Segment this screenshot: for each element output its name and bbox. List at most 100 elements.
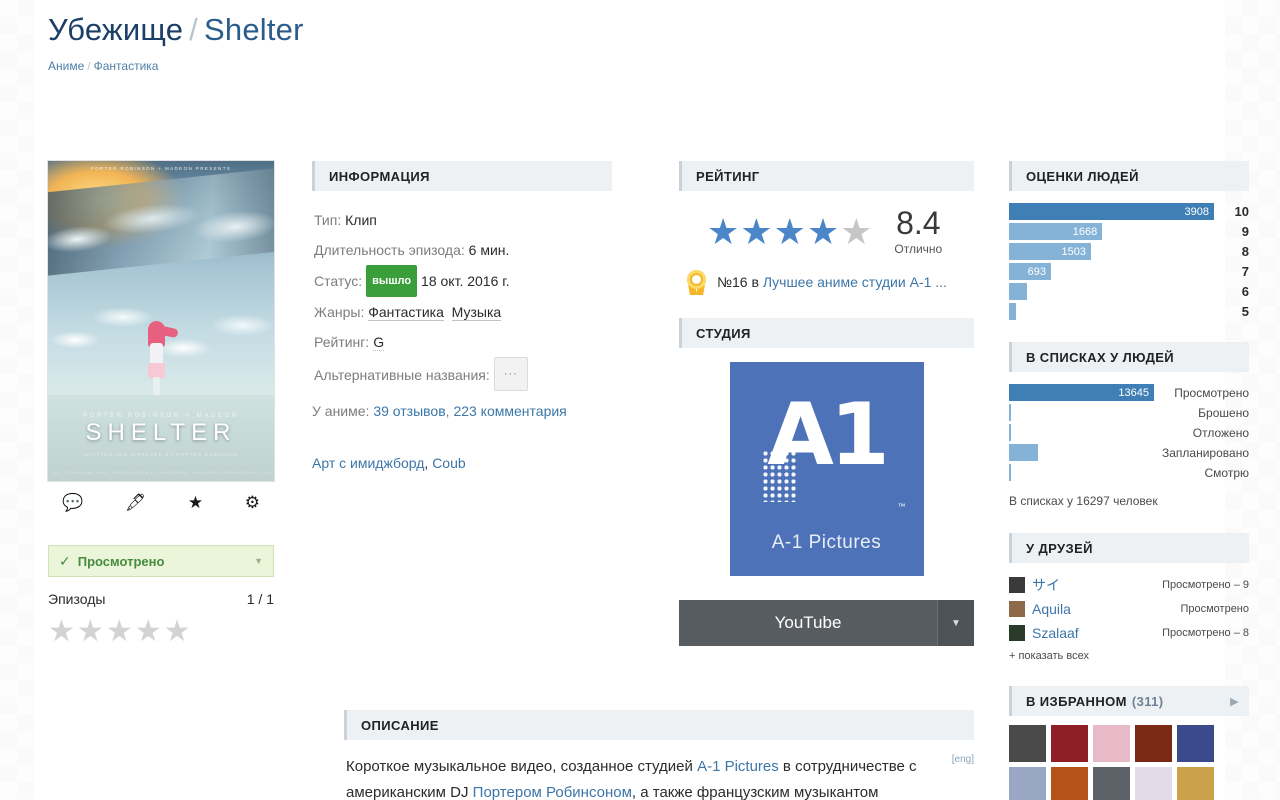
rating-stars: ★ ★ ★ ★ ★ <box>707 210 872 252</box>
page-container: Убежище / Shelter Аниме / Фантастика PORTER … <box>34 0 1249 800</box>
age-rating-link[interactable]: G <box>373 334 385 351</box>
medal-icon <box>685 270 709 295</box>
favorite-thumb[interactable] <box>1051 725 1088 762</box>
user-rating-stars[interactable]: ★ ★ ★ ★ ★ <box>48 617 298 647</box>
favorite-thumb[interactable] <box>1093 767 1130 800</box>
favorite-thumb[interactable] <box>1009 725 1046 762</box>
score-bar-row[interactable]: 1668 9 <box>1009 223 1249 240</box>
settings-gears-icon[interactable]: ⚙ <box>245 494 260 511</box>
friend-row[interactable]: サイ Просмотрено – 9 <box>1009 573 1249 596</box>
info-alt-label: Альтернативные названия: <box>314 367 490 383</box>
list-bar-row[interactable]: Брошено <box>1009 404 1249 421</box>
favorite-thumb[interactable] <box>1177 725 1214 762</box>
eng-language-tag[interactable]: [eng] <box>952 754 974 765</box>
info-row-rating: Рейтинг: G <box>314 327 612 357</box>
score-bar-key: 5 <box>1241 304 1249 319</box>
watch-status-label: Просмотрено <box>77 553 165 569</box>
score-bar-key: 6 <box>1241 284 1249 299</box>
lists-panel: В СПИСКАХ У ЛЮДЕЙ 13645 Просмотрено Брош… <box>1009 342 1249 508</box>
list-bar-key: Отложено <box>1192 425 1249 440</box>
avatar <box>1009 576 1025 593</box>
info-type-label: Тип: <box>314 212 342 228</box>
youtube-button[interactable]: YouTube <box>679 600 937 646</box>
info-row-genres: Жанры: Фантастика Музыка <box>314 297 612 327</box>
comments-icon[interactable]: 💬 <box>62 494 83 511</box>
friend-row[interactable]: Szalaaf Просмотрено – 8 <box>1009 621 1249 644</box>
scores-panel-heading: ОЦЕНКИ ЛЮДЕЙ <box>1009 161 1249 191</box>
user-star-3[interactable]: ★ <box>106 617 133 647</box>
user-star-5[interactable]: ★ <box>164 617 191 647</box>
list-bar-row[interactable]: Отложено <box>1009 424 1249 441</box>
score-bar-row[interactable]: 6 <box>1009 283 1249 300</box>
score-bar-row[interactable]: 1503 8 <box>1009 243 1249 260</box>
watch-status-button[interactable]: ✓ Просмотрено ▼ <box>48 545 274 577</box>
breadcrumb-separator: / <box>87 59 91 73</box>
score-bar-row[interactable]: 3908 10 <box>1009 203 1249 220</box>
info-status-label: Статус: <box>314 273 363 289</box>
info-list: Тип: Клип Длительность эпизода: 6 мин. С… <box>312 191 612 391</box>
comments-link[interactable]: 223 комментария <box>453 403 566 419</box>
alt-titles-expand-button[interactable]: ··· <box>493 357 528 391</box>
score-bar-row[interactable]: 693 7 <box>1009 263 1249 280</box>
score-bar-key: 8 <box>1241 244 1249 259</box>
info-external-links: Арт с имиджборд, Coub <box>312 455 612 471</box>
coub-link[interactable]: Coub <box>432 455 465 471</box>
rating-star-3: ★ <box>773 210 806 252</box>
youtube-dropdown-caret[interactable]: ▼ <box>937 600 974 646</box>
score-bar-value: 693 <box>1027 265 1047 278</box>
lists-bar-chart: 13645 Просмотрено Брошено Отложено Запла… <box>1009 372 1249 508</box>
quill-icon[interactable]: 🖋 <box>125 494 147 511</box>
info-status-date: 18 окт. 2016 г. <box>421 273 510 289</box>
favorites-panel-heading: В ИЗБРАННОМ (311) ▶ <box>1009 686 1249 716</box>
rank-list-link[interactable]: Лучшее аниме студии A-1 ... <box>763 274 947 290</box>
info-row-type: Тип: Клип <box>314 205 612 235</box>
imageboard-art-link[interactable]: Арт с имиджборд <box>312 455 424 471</box>
rating-score-label: Отлично <box>894 242 943 256</box>
user-star-1[interactable]: ★ <box>48 617 75 647</box>
favorite-thumb[interactable] <box>1093 725 1130 762</box>
list-bar-row[interactable]: Запланировано <box>1009 444 1249 461</box>
page-title-en: Shelter <box>204 12 304 47</box>
desc-link-porter[interactable]: Портером Робинсоном <box>473 784 632 800</box>
rating-score: 8.4 <box>896 205 941 241</box>
poster-credit-top: PORTER ROBINSON + MADEON PRESENTS <box>90 166 232 171</box>
genre-link-fantastika[interactable]: Фантастика <box>368 304 444 321</box>
favorite-thumb[interactable] <box>1135 725 1172 762</box>
lists-panel-heading: В СПИСКАХ У ЛЮДЕЙ <box>1009 342 1249 372</box>
score-bar-row[interactable]: 5 <box>1009 303 1249 320</box>
page-header: Убежище / Shelter Аниме / Фантастика <box>34 0 1225 73</box>
reviews-link[interactable]: 39 отзывов <box>373 403 445 419</box>
chevron-down-icon[interactable]: ▼ <box>254 556 263 566</box>
friend-name-link[interactable]: Aquila <box>1032 601 1071 617</box>
genre-link-muzyka[interactable]: Музыка <box>451 304 502 321</box>
breadcrumb-link-genre[interactable]: Фантастика <box>94 59 159 73</box>
star-icon[interactable]: ★ <box>188 494 203 511</box>
episodes-row: Эпизоды 1 / 1 <box>48 591 274 607</box>
favorite-thumb[interactable] <box>1009 767 1046 800</box>
list-bar-row[interactable]: 13645 Просмотрено <box>1009 384 1249 401</box>
description-block: ОПИСАНИЕ [eng] Короткое музыкальное виде… <box>344 710 974 800</box>
desc-link-studio[interactable]: A-1 Pictures <box>697 758 779 775</box>
list-bar-row[interactable]: Смотрю <box>1009 464 1249 481</box>
rank-prefix: №16 в <box>717 274 759 290</box>
chevron-right-icon[interactable]: ▶ <box>1230 695 1239 708</box>
info-duration-label: Длительность эпизода: <box>314 242 465 258</box>
favorite-thumb[interactable] <box>1135 767 1172 800</box>
friend-row[interactable]: Aquila Просмотрено <box>1009 597 1249 620</box>
breadcrumb-link-anime[interactable]: Аниме <box>48 59 84 73</box>
user-star-4[interactable]: ★ <box>135 617 162 647</box>
studio-logo[interactable]: A1 ™ A-1 Pictures <box>729 362 924 576</box>
list-bar-key: Брошено <box>1198 405 1249 420</box>
favorites-panel: В ИЗБРАННОМ (311) ▶ <box>1009 686 1249 800</box>
anime-poster[interactable]: PORTER ROBINSON + MADEON PRESENTS PORTER… <box>48 161 274 481</box>
favorite-thumb[interactable] <box>1051 767 1088 800</box>
friend-name-link[interactable]: サイ <box>1032 575 1060 595</box>
list-bar-key: Просмотрено <box>1174 385 1249 400</box>
show-all-friends-link[interactable]: + показать всех <box>1009 650 1249 662</box>
user-star-2[interactable]: ★ <box>77 617 104 647</box>
links-comma: , <box>424 455 429 471</box>
avatar <box>1009 600 1025 617</box>
score-bar-key: 7 <box>1241 264 1249 279</box>
favorite-thumb[interactable] <box>1177 767 1214 800</box>
friend-name-link[interactable]: Szalaaf <box>1032 625 1079 641</box>
